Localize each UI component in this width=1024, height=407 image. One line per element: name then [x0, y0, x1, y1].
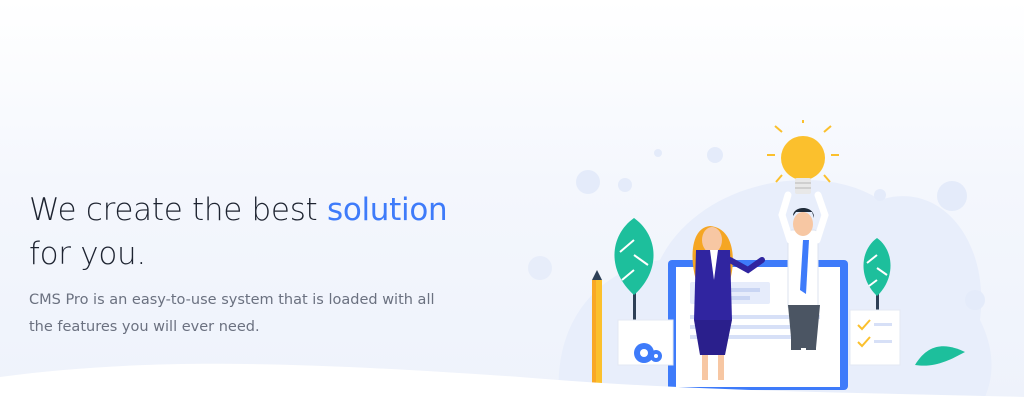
headline-suffix: for you. — [29, 236, 146, 272]
subtitle-line-1: CMS Pro is an easy-to-use system that is… — [29, 292, 435, 308]
bottom-wave — [0, 363, 1024, 407]
headline-prefix: We create the best — [29, 192, 327, 228]
hero-subtitle: CMS Pro is an easy-to-use system that is… — [29, 287, 509, 341]
headline-highlight: solution — [326, 192, 448, 228]
hero-headline: We create the best solution for you. — [29, 188, 448, 276]
subtitle-line-2: the features you will ever need. — [29, 319, 260, 335]
hero-section: We create the best solution for you. CMS… — [0, 0, 1024, 407]
